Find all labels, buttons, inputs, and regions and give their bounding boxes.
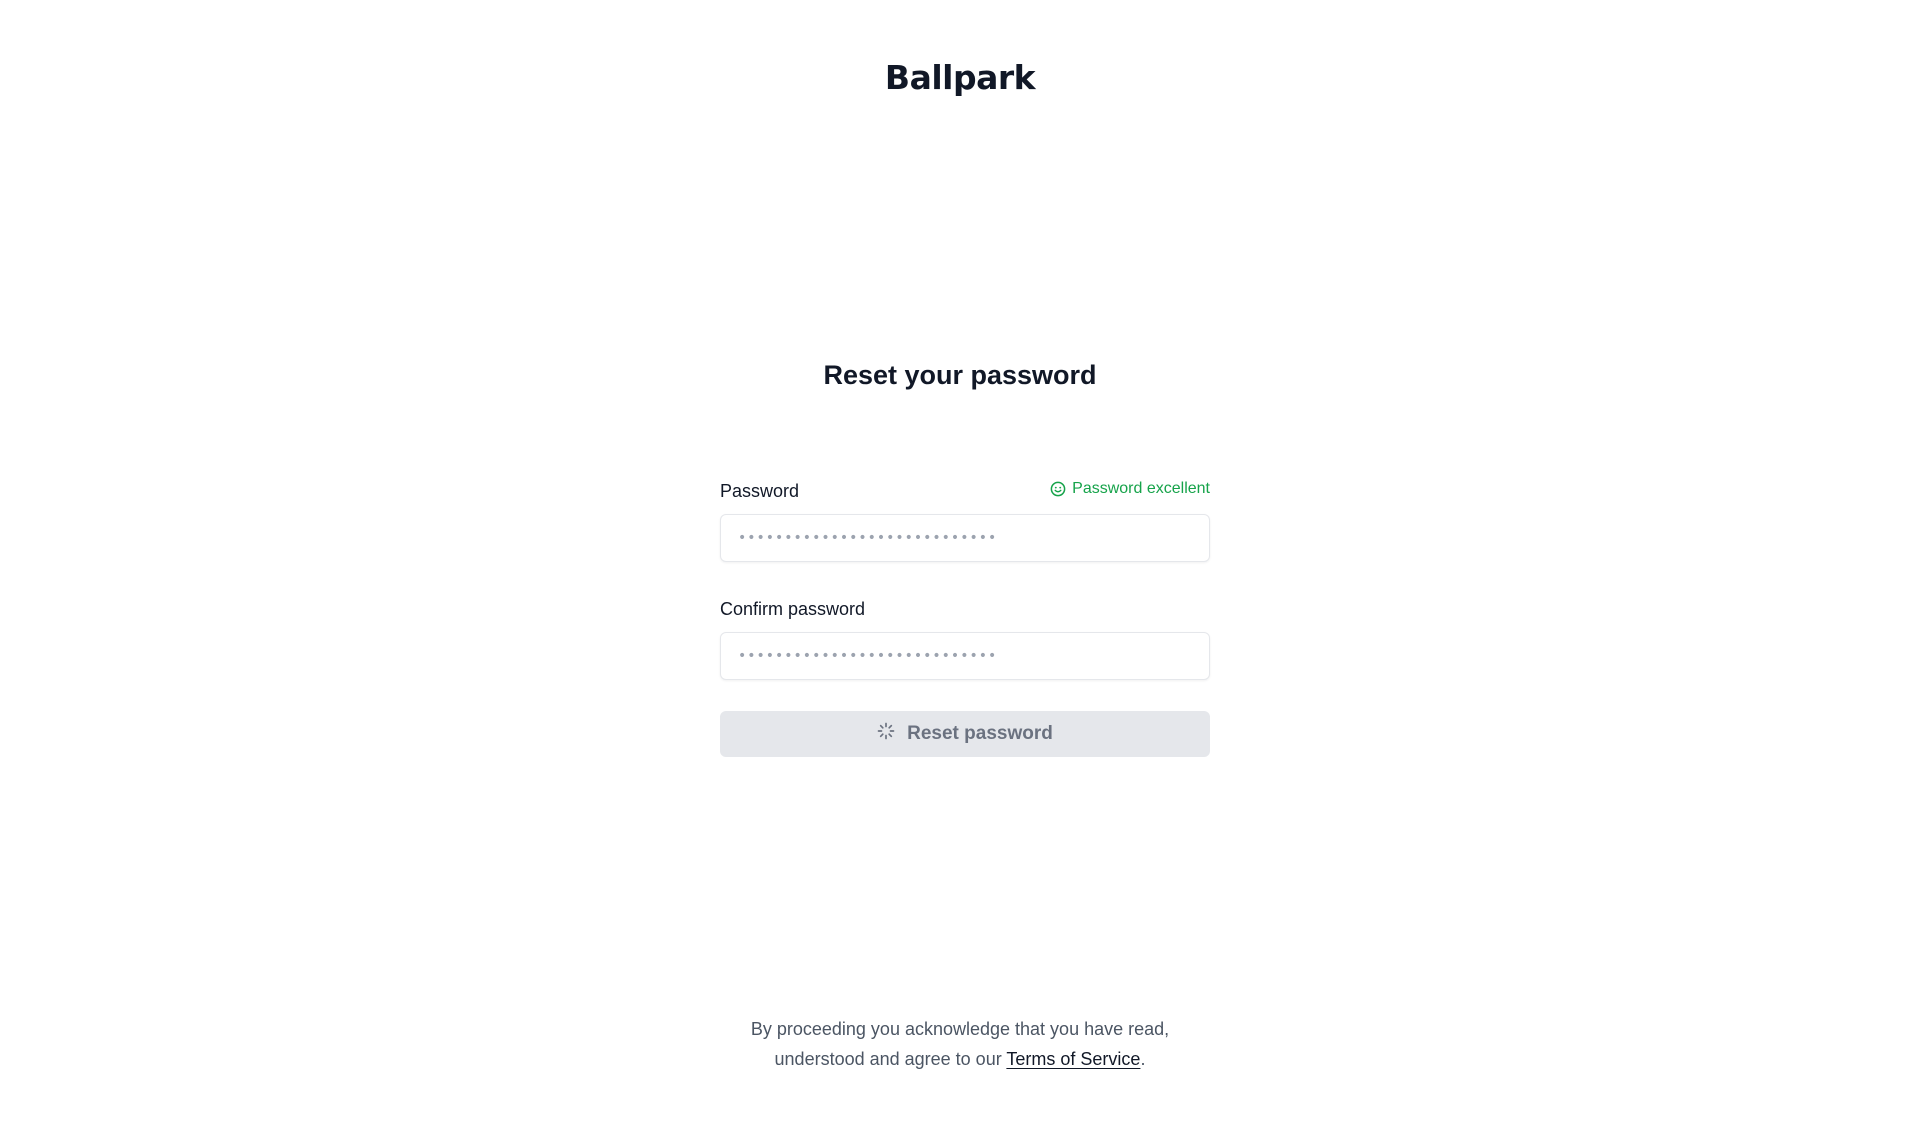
password-label: Password: [720, 481, 800, 501]
reset-password-page: Ballpark Reset your password Password Pa…: [0, 0, 1920, 1128]
password-input[interactable]: [720, 514, 1210, 562]
page-title: Reset your password: [823, 360, 1097, 390]
terms-of-service-link[interactable]: Terms of Service: [1006, 1049, 1140, 1069]
password-strength-indicator: Password excellent: [1050, 480, 1210, 498]
reset-password-form: Password Password excellent ••••••••••••…: [720, 474, 1210, 757]
terms-notice-line-2: understood and agree to our Terms of Ser…: [0, 1044, 1920, 1074]
confirm-password-field-group: Confirm password: [720, 592, 1210, 680]
confirm-password-field-header: Confirm password: [720, 592, 1210, 620]
password-field-header: Password Password excellent: [720, 474, 1210, 502]
terms-notice: By proceeding you acknowledge that you h…: [0, 1014, 1920, 1074]
reset-password-button[interactable]: Reset password: [720, 711, 1210, 757]
reset-password-button-label: Reset password: [907, 723, 1053, 744]
spinner-icon: [877, 722, 895, 746]
terms-notice-prefix: understood and agree to our: [774, 1049, 1007, 1069]
smile-icon: [1050, 481, 1066, 497]
ballpark-logo: Ballpark: [884, 58, 1036, 97]
terms-notice-line-1: By proceeding you acknowledge that you h…: [750, 1019, 1170, 1039]
password-field-group: Password Password excellent: [720, 474, 1210, 562]
confirm-password-input[interactable]: [720, 632, 1210, 680]
confirm-password-label: Confirm password: [720, 599, 866, 619]
password-strength-text: Password excellent: [1072, 480, 1210, 497]
terms-notice-suffix: .: [1140, 1049, 1146, 1069]
